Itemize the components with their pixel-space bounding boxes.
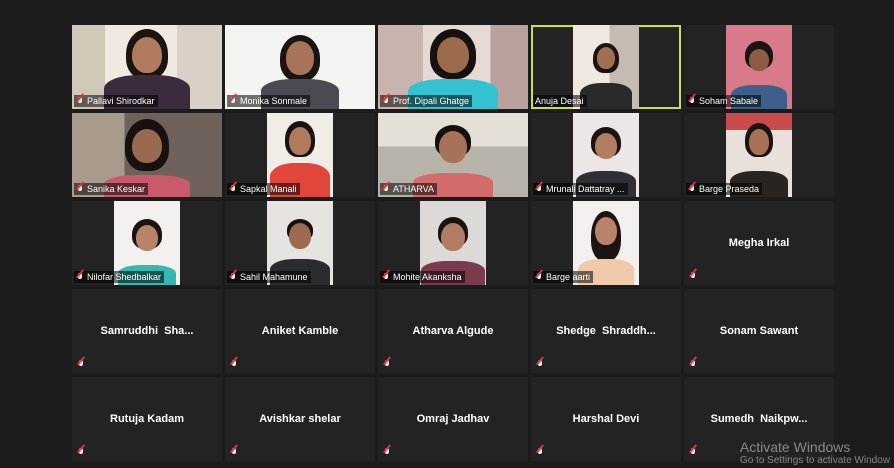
mic-muted-icon bbox=[383, 448, 391, 457]
mic-muted-icon bbox=[536, 448, 544, 457]
participant-tile[interactable]: Harshal Devi bbox=[531, 377, 681, 461]
mic-muted-icon bbox=[230, 360, 238, 369]
participant-name: Samruddhi Sha... bbox=[100, 325, 194, 337]
participant-name: Harshal Devi bbox=[572, 413, 640, 425]
mic-muted-icon bbox=[229, 184, 237, 194]
participant-name: Sonam Sawant bbox=[719, 325, 799, 337]
mic-muted-icon bbox=[535, 272, 543, 282]
name-tag: Anuja Desai bbox=[533, 95, 587, 107]
participant-name: Aniket Kamble bbox=[261, 325, 339, 337]
participant-tile[interactable]: Mrunali Dattatray ... bbox=[531, 113, 681, 197]
mic-muted-icon bbox=[382, 96, 390, 106]
mic-muted-icon bbox=[689, 272, 697, 281]
participant-tile[interactable]: Monika Sonmale bbox=[225, 25, 375, 109]
participant-tile[interactable]: Prof. Dipali Ghatge bbox=[378, 25, 528, 109]
participant-tile[interactable]: Barge Praseda bbox=[684, 113, 834, 197]
participant-tile[interactable]: Barge aarti bbox=[531, 201, 681, 285]
mic-muted-icon bbox=[77, 360, 85, 369]
watermark-subtitle: Go to Settings to activate Window bbox=[739, 455, 890, 466]
gallery-grid: Pallavi Shirodkar Monika Sonmale Prof. D… bbox=[72, 25, 834, 461]
name-tag: Monika Sonmale bbox=[227, 95, 311, 107]
name-tag: Barge aarti bbox=[533, 271, 594, 283]
participant-name: Omraj Jadhav bbox=[416, 413, 490, 425]
participant-name: Avishkar shelar bbox=[259, 413, 341, 425]
participant-tile[interactable]: Mohite Akanksha bbox=[378, 201, 528, 285]
participant-name: Rutuja Kadam bbox=[110, 413, 184, 425]
name-tag: Sapkal Manali bbox=[227, 183, 300, 195]
mic-muted-icon bbox=[688, 184, 696, 194]
participant-tile[interactable]: Shedge Shraddh... bbox=[531, 289, 681, 373]
participant-tile[interactable]: Rutuja Kadam bbox=[72, 377, 222, 461]
mic-muted-icon bbox=[229, 96, 237, 106]
meeting-window: Pallavi Shirodkar Monika Sonmale Prof. D… bbox=[0, 0, 894, 468]
name-tag: Nilofar Shedbalkar bbox=[74, 271, 165, 283]
name-tag: Soham Sabale bbox=[686, 95, 762, 107]
mic-muted-icon bbox=[383, 360, 391, 369]
participant-name: Sumedh Naikpw... bbox=[710, 413, 808, 425]
mic-muted-icon bbox=[689, 448, 697, 457]
participant-tile[interactable]: Nilofar Shedbalkar bbox=[72, 201, 222, 285]
mic-muted-icon bbox=[229, 272, 237, 282]
name-tag: Sahil Mahamune bbox=[227, 271, 311, 283]
participant-name: Megha Irkal bbox=[728, 237, 790, 249]
participant-tile[interactable]: Omraj Jadhav bbox=[378, 377, 528, 461]
participant-tile[interactable]: Sanika Keskar bbox=[72, 113, 222, 197]
participant-tile[interactable]: Sapkal Manali bbox=[225, 113, 375, 197]
mic-muted-icon bbox=[382, 184, 390, 194]
participant-tile[interactable]: Pallavi Shirodkar bbox=[72, 25, 222, 109]
watermark-title: Activate Windows bbox=[739, 439, 851, 455]
participant-tile[interactable]: Sahil Mahamune bbox=[225, 201, 375, 285]
participant-tile[interactable]: Samruddhi Sha... bbox=[72, 289, 222, 373]
name-tag: Barge Praseda bbox=[686, 183, 763, 195]
name-tag: Pallavi Shirodkar bbox=[74, 95, 158, 107]
participant-tile[interactable]: Atharva Algude bbox=[378, 289, 528, 373]
name-tag: Mohite Akanksha bbox=[380, 271, 465, 283]
participant-tile[interactable]: Avishkar shelar bbox=[225, 377, 375, 461]
participant-tile[interactable]: Soham Sabale bbox=[684, 25, 834, 109]
participant-tile[interactable]: ATHARVA bbox=[378, 113, 528, 197]
mic-muted-icon bbox=[230, 448, 238, 457]
mic-muted-icon bbox=[536, 360, 544, 369]
mic-muted-icon bbox=[76, 272, 84, 282]
participant-name: Atharva Algude bbox=[412, 325, 494, 337]
participant-tile-active-speaker[interactable]: Anuja Desai bbox=[531, 25, 681, 109]
mic-muted-icon bbox=[382, 272, 390, 282]
participant-tile[interactable]: Megha Irkal bbox=[684, 201, 834, 285]
mic-muted-icon bbox=[689, 360, 697, 369]
name-tag: Mrunali Dattatray ... bbox=[533, 183, 628, 195]
name-tag: ATHARVA bbox=[380, 183, 438, 195]
mic-muted-icon bbox=[76, 96, 84, 106]
name-tag: Sanika Keskar bbox=[74, 183, 149, 195]
mic-muted-icon bbox=[688, 96, 696, 106]
participant-tile[interactable]: Sonam Sawant bbox=[684, 289, 834, 373]
mic-muted-icon bbox=[535, 184, 543, 194]
participant-name: Shedge Shraddh... bbox=[556, 325, 656, 337]
mic-muted-icon bbox=[76, 184, 84, 194]
activate-windows-watermark: Activate Windows Go to Settings to activ… bbox=[740, 439, 890, 466]
mic-muted-icon bbox=[77, 448, 85, 457]
name-tag: Prof. Dipali Ghatge bbox=[380, 95, 473, 107]
participant-tile[interactable]: Aniket Kamble bbox=[225, 289, 375, 373]
